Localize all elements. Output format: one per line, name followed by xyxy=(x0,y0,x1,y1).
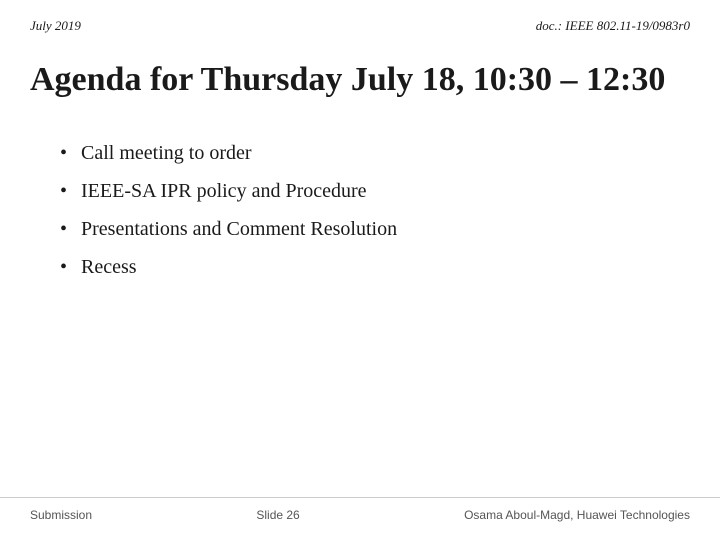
header-bar: July 2019 doc.: IEEE 802.11-19/0983r0 xyxy=(0,0,720,42)
header-date: July 2019 xyxy=(30,18,81,34)
list-item: • Recess xyxy=(60,253,690,281)
bullet-text-4: Recess xyxy=(81,253,137,281)
bullet-dot: • xyxy=(60,139,67,167)
bullet-text-1: Call meeting to order xyxy=(81,139,252,167)
content-section: • Call meeting to order • IEEE-SA IPR po… xyxy=(0,111,720,497)
footer-submission: Submission xyxy=(30,508,92,522)
footer-author: Osama Aboul-Magd, Huawei Technologies xyxy=(464,508,690,522)
bullet-text-3: Presentations and Comment Resolution xyxy=(81,215,397,243)
footer-bar: Submission Slide 26 Osama Aboul-Magd, Hu… xyxy=(0,497,720,540)
list-item: • Presentations and Comment Resolution xyxy=(60,215,690,243)
bullet-dot: • xyxy=(60,253,67,281)
slide-title: Agenda for Thursday July 18, 10:30 – 12:… xyxy=(30,60,690,101)
header-doc-id: doc.: IEEE 802.11-19/0983r0 xyxy=(536,18,690,34)
list-item: • IEEE-SA IPR policy and Procedure xyxy=(60,177,690,205)
bullet-list: • Call meeting to order • IEEE-SA IPR po… xyxy=(60,139,690,281)
bullet-text-2: IEEE-SA IPR policy and Procedure xyxy=(81,177,367,205)
bullet-dot: • xyxy=(60,177,67,205)
list-item: • Call meeting to order xyxy=(60,139,690,167)
bullet-dot: • xyxy=(60,215,67,243)
title-section: Agenda for Thursday July 18, 10:30 – 12:… xyxy=(0,42,720,111)
footer-slide-number: Slide 26 xyxy=(256,508,299,522)
slide: July 2019 doc.: IEEE 802.11-19/0983r0 Ag… xyxy=(0,0,720,540)
